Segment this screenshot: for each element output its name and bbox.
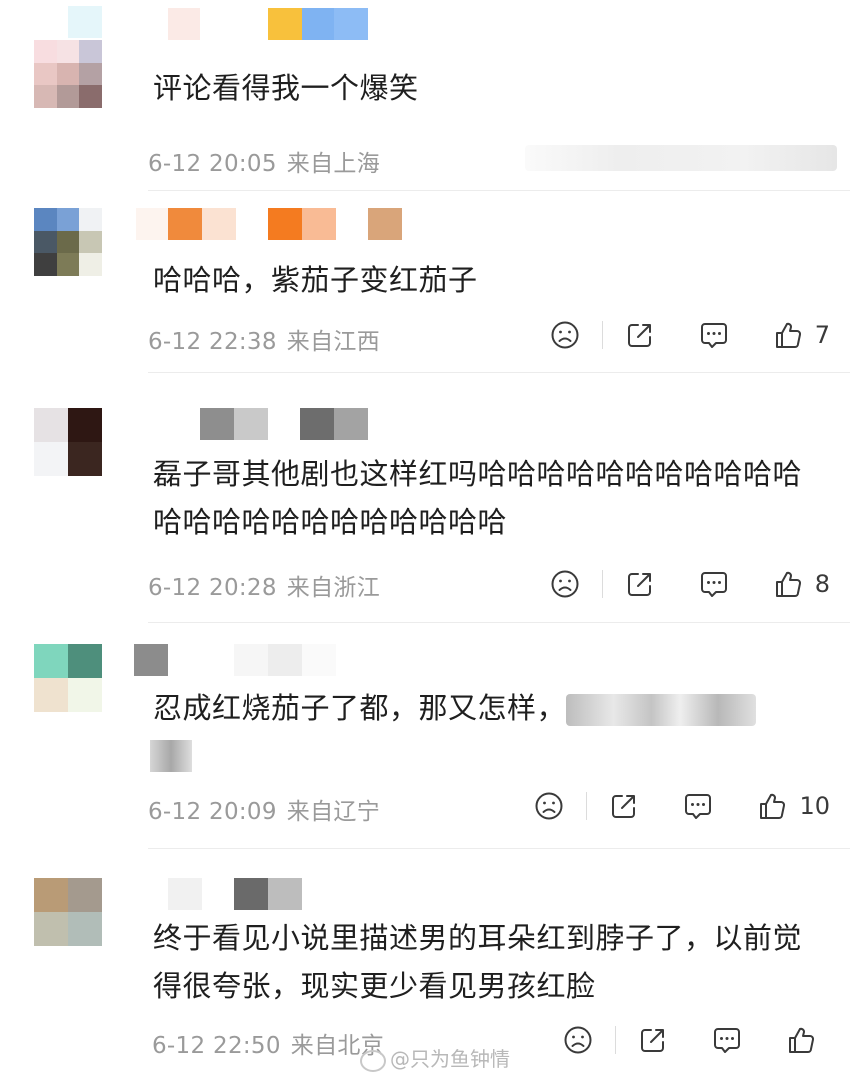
dislike-button[interactable] [550, 320, 580, 350]
username-blurred[interactable] [134, 644, 168, 676]
share-button[interactable] [625, 320, 655, 350]
watermark-text: @只为鱼钟情 [390, 1047, 510, 1071]
user-badge-blurred [268, 208, 336, 240]
like-button[interactable]: 8 [773, 569, 830, 599]
like-count: 8 [814, 570, 830, 598]
avatar[interactable] [34, 208, 102, 276]
weibo-logo-icon [360, 1049, 386, 1072]
blurred-text [566, 694, 757, 726]
username-blurred[interactable] [136, 208, 236, 240]
thumbs-up-icon [760, 793, 786, 819]
frown-face-icon [551, 570, 579, 598]
comment-icon [685, 794, 712, 819]
user-badge-blurred [234, 644, 336, 676]
comment-item: 评论看得我一个爆笑 6-12 20:05 来自上海 [0, 0, 850, 191]
comment-location: 来自浙江 [286, 575, 380, 601]
actions-blurred [525, 145, 837, 171]
user-badge-blurred [168, 8, 200, 40]
comment-actions: 8 [550, 564, 830, 604]
comment-date: 6-12 22:38 [148, 329, 277, 355]
comment-text: 忍成红烧茄子了都，那又怎样， [153, 684, 802, 732]
comment-date: 6-12 20:28 [148, 575, 277, 601]
comment-actions: 10 [534, 786, 830, 826]
username-blurred[interactable] [68, 6, 102, 38]
reply-button[interactable] [683, 791, 713, 821]
like-count: 10 [799, 792, 830, 820]
frown-face-icon [551, 321, 579, 349]
reply-button[interactable] [712, 1025, 742, 1055]
like-button[interactable]: 10 [757, 791, 830, 821]
avatar[interactable] [34, 408, 102, 476]
share-icon [627, 573, 651, 596]
dislike-button[interactable] [550, 569, 580, 599]
share-button[interactable] [609, 791, 639, 821]
user-badge-blurred [300, 408, 368, 440]
like-button[interactable]: 7 [773, 320, 830, 350]
comment-actions [563, 1020, 816, 1060]
comment-date: 6-12 20:09 [148, 799, 277, 825]
dislike-button[interactable] [563, 1025, 593, 1055]
watermark: @只为鱼钟情 [360, 1043, 510, 1072]
comment-meta: 6-12 22:38 来自江西 [148, 322, 380, 356]
thumbs-up-icon [775, 571, 801, 597]
user-badge-blurred [368, 208, 402, 240]
share-icon [641, 1029, 664, 1052]
comment-actions: 7 [550, 315, 830, 355]
share-button[interactable] [625, 569, 655, 599]
comment-meta: 6-12 22:50 来自北京 [152, 1026, 384, 1060]
comment-location: 来自上海 [286, 151, 380, 177]
comment-text: 终于看见小说里描述男的耳朵红到脖子了，以前觉得很夸张，现实更少看见男孩红脸 [153, 921, 803, 1003]
avatar[interactable] [34, 644, 102, 712]
dislike-button[interactable] [534, 791, 564, 821]
avatar[interactable] [34, 40, 102, 108]
divider [148, 848, 850, 849]
share-icon [627, 324, 651, 347]
comment-item: 磊子哥其他剧也这样红吗哈哈哈哈哈哈哈哈哈哈哈哈哈哈哈哈哈哈哈哈哈哈哈 6-12 … [0, 372, 850, 623]
like-button[interactable] [786, 1025, 816, 1055]
reply-button[interactable] [699, 320, 729, 350]
like-count: 7 [814, 321, 830, 349]
user-badge-blurred [234, 878, 302, 910]
comment-date: 6-12 20:05 [148, 151, 277, 177]
frown-face-icon [535, 792, 563, 820]
comment-icon [700, 323, 727, 348]
share-icon [612, 795, 636, 818]
comment-date: 6-12 22:50 [152, 1033, 281, 1059]
username-blurred[interactable] [200, 408, 268, 440]
comment-meta: 6-12 20:09 来自辽宁 [148, 792, 380, 826]
divider [615, 1026, 616, 1054]
comment-item: 哈哈哈，紫茄子变红茄子 6-12 22:38 来自江西 7 [0, 190, 850, 373]
comment-text: 磊子哥其他剧也这样红吗哈哈哈哈哈哈哈哈哈哈哈哈哈哈哈哈哈哈哈哈哈哈哈 [153, 457, 803, 539]
divider [601, 570, 603, 598]
divider [586, 792, 588, 820]
comment-item: 忍成红烧茄子了都，那又怎样， 6-12 20:09 来自辽宁 10 [0, 622, 850, 849]
reply-button[interactable] [699, 569, 729, 599]
thumbs-up-icon [775, 322, 801, 348]
comment-location: 来自江西 [286, 329, 380, 355]
comment-text-visible: 忍成红烧茄子了都，那又怎样， [153, 691, 567, 725]
comment-icon [714, 1028, 740, 1053]
comment-text: 哈哈哈，紫茄子变红茄子 [153, 263, 478, 297]
avatar[interactable] [34, 878, 102, 946]
comment-icon [700, 572, 727, 597]
frown-face-icon [564, 1026, 592, 1054]
user-badge-blurred [268, 8, 368, 40]
comment-meta: 6-12 20:05 来自上海 [148, 144, 380, 178]
comment-meta: 6-12 20:28 来自浙江 [148, 568, 380, 602]
thumbs-up-icon [789, 1027, 814, 1053]
comment-text: 评论看得我一个爆笑 [153, 71, 419, 105]
username-blurred[interactable] [168, 878, 202, 910]
blurred-text [150, 740, 192, 772]
divider [601, 321, 603, 349]
comment-location: 来自辽宁 [286, 799, 380, 825]
share-button[interactable] [638, 1025, 668, 1055]
